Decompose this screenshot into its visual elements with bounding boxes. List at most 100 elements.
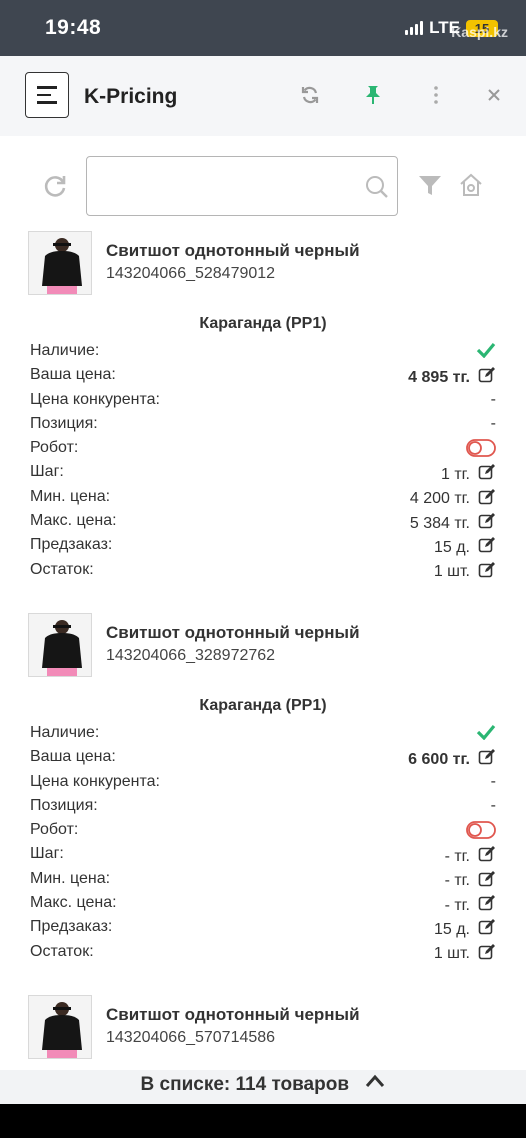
edit-icon[interactable] [478,488,496,511]
attribute-label: Наличие: [30,342,100,359]
attribute-row: Мин. цена: 4 200 тг. [30,485,496,509]
attribute-label: Шаг: [30,463,64,481]
attribute-row: Мин. цена: - тг. [30,867,496,891]
edit-icon[interactable] [478,561,496,584]
list-count-text: В списке: 114 товаров [140,1074,349,1095]
close-icon[interactable] [483,84,505,106]
search-input[interactable] [97,171,351,203]
attribute-value-text: - тг. [444,896,470,914]
pin-icon[interactable] [362,84,384,106]
toggle-off-icon[interactable] [466,439,496,462]
attribute-label: Предзаказ: [30,918,113,936]
edit-icon[interactable] [478,512,496,535]
product-sku: 143204066_528479012 [106,265,276,282]
attribute-value: 15 д. [434,918,496,941]
chevron-up-icon[interactable] [365,1074,385,1093]
attribute-row: Остаток: 1 шт. [30,558,496,582]
search-icon[interactable] [365,175,389,204]
attribute-row: Шаг: 1 тг. [30,460,496,484]
attribute-label: Робот: [30,439,79,457]
attribute-row: Макс. цена: 5 384 тг. [30,509,496,533]
home-indicator-area [0,1104,526,1138]
product-thumbnail[interactable] [28,995,92,1059]
toggle-off-icon[interactable] [466,821,496,844]
attribute-value-text: 1 тг. [441,465,470,483]
attribute-value: - [491,415,496,433]
attribute-label: Шаг: [30,845,64,863]
attribute-value: 4 200 тг. [410,488,496,511]
attribute-value: - [491,773,496,791]
edit-icon[interactable] [478,894,496,917]
attribute-label: Макс. цена: [30,894,117,912]
product-thumbnail[interactable] [28,231,92,295]
refresh-icon[interactable] [299,84,321,106]
attribute-row: Позиция: - [30,794,496,818]
attribute-value-text: 15 д. [433,920,470,938]
menu-button[interactable] [25,72,69,118]
attribute-row: Макс. цена: - тг. [30,891,496,915]
product-attributes: Наличие: Ваша цена: 4 895 тг. Цена конкурен… [30,339,496,582]
product-sku: 143204066_328972762 [106,647,276,664]
attribute-value-text: - [490,796,496,814]
product-attributes: Наличие: Ваша цена: 6 600 тг. Цена конкурен… [30,721,496,964]
attribute-row: Ваша цена: 6 600 тг. [30,745,496,769]
list-count-bar[interactable]: В списке: 114 товаров [0,1070,526,1104]
watermark: Kaspi.kz [451,24,508,40]
attribute-label: Ваша цена: [30,748,116,766]
attribute-value-text: 5 384 тг. [409,514,470,532]
attribute-row: Наличие: [30,339,496,363]
status-bar: 19:48 LTE 15 Kaspi.kz [0,0,526,56]
edit-icon[interactable] [478,870,496,893]
check-icon [476,342,496,363]
attribute-value-text: - тг. [444,872,470,890]
attribute-value: - тг. [445,894,496,917]
edit-icon[interactable] [478,943,496,966]
attribute-row: Позиция: - [30,412,496,436]
attribute-label: Предзаказ: [30,536,113,554]
edit-icon[interactable] [478,536,496,559]
store-city-label: Караганда (PP1) [199,697,327,714]
attribute-label: Мин. цена: [30,487,111,505]
signal-icon [405,21,424,35]
attribute-value-text: - [490,414,496,432]
edit-icon[interactable] [478,366,496,389]
attribute-value: 1 шт. [434,943,496,966]
attribute-row: Робот: [30,436,496,460]
home-settings-icon[interactable] [458,172,484,203]
attribute-row: Остаток: 1 шт. [30,940,496,964]
search-row [0,156,526,218]
attribute-value: - тг. [445,870,496,893]
attribute-label: Ваша цена: [30,366,116,384]
attribute-value: - тг. [445,845,496,868]
edit-icon[interactable] [478,748,496,771]
edit-icon[interactable] [478,463,496,486]
attribute-row: Ваша цена: 4 895 тг. [30,363,496,387]
attribute-value [476,342,496,363]
attribute-row: Наличие: [30,721,496,745]
product-name[interactable]: Свитшот однотонный черный [106,623,360,643]
attribute-value: 6 600 тг. [408,748,496,771]
product-name[interactable]: Свитшот однотонный черный [106,241,360,261]
attribute-row: Предзаказ: 15 д. [30,915,496,939]
attribute-value [466,439,496,462]
edit-icon[interactable] [478,845,496,868]
attribute-value-text: 4 895 тг. [408,368,470,386]
product-sku: 143204066_570714586 [106,1029,276,1046]
attribute-value [476,724,496,745]
app-header: K-Pricing [0,56,526,136]
edit-icon[interactable] [478,918,496,941]
attribute-value-text: 4 200 тг. [409,490,470,508]
search-box[interactable] [86,156,398,216]
attribute-row: Предзаказ: 15 д. [30,533,496,557]
product-name[interactable]: Свитшот однотонный черный [106,1005,360,1025]
attribute-value: 5 384 тг. [410,512,496,535]
reload-icon[interactable] [42,173,68,204]
filter-icon[interactable] [418,174,442,203]
attribute-row: Цена конкурента: - [30,770,496,794]
product-thumbnail[interactable] [28,613,92,677]
menu-icon [37,86,57,89]
attribute-value-text: 1 шт. [433,563,470,581]
attribute-value: 4 895 тг. [408,366,496,389]
attribute-label: Макс. цена: [30,512,117,530]
more-vert-icon[interactable] [425,84,447,106]
